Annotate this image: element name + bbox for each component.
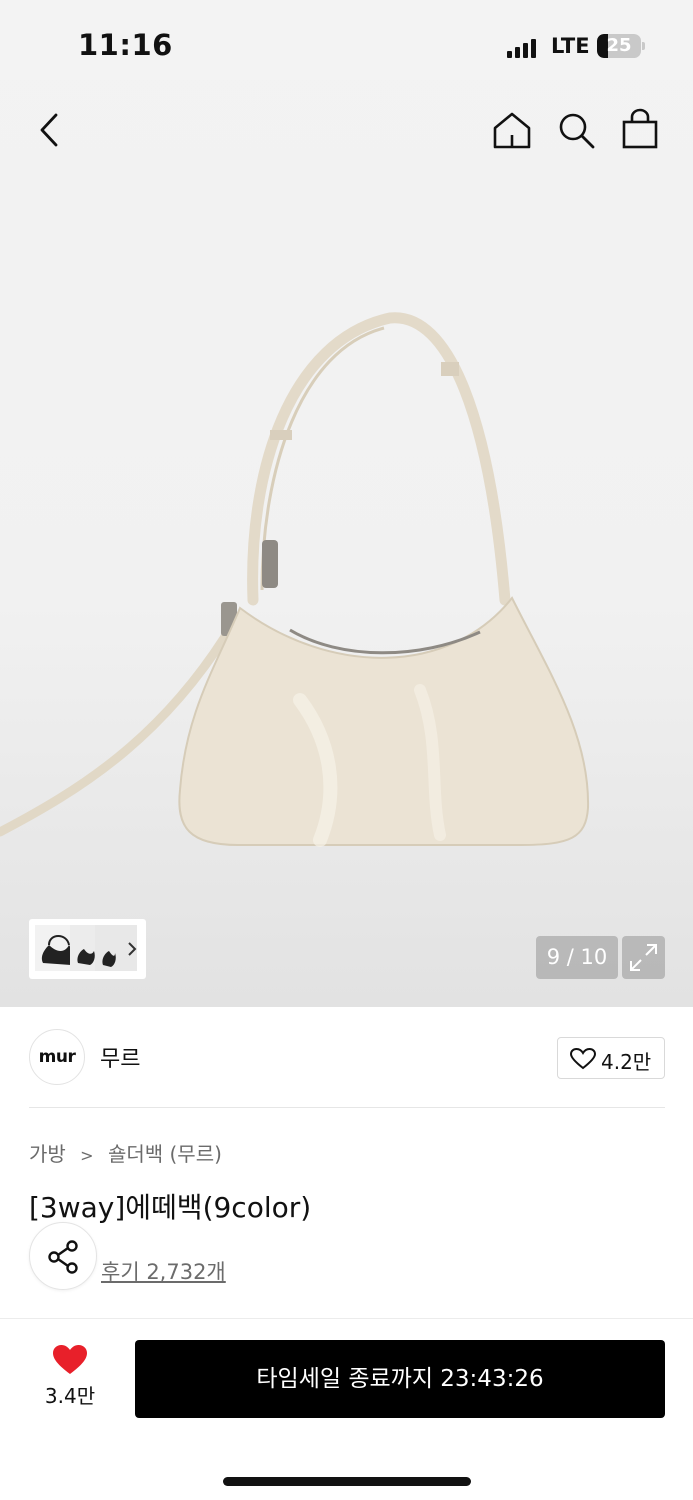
heart-outline-icon <box>570 1048 596 1070</box>
signal-icon <box>507 38 537 58</box>
breadcrumb: 가방 > 숄더백 (무르) <box>29 1138 222 1167</box>
home-button[interactable] <box>492 110 532 150</box>
brand-name[interactable]: 무르 <box>100 1041 140 1073</box>
brand-logo[interactable]: mur <box>29 1029 85 1085</box>
search-icon <box>559 113 595 149</box>
network-type: LTE <box>551 34 590 58</box>
back-button[interactable] <box>36 112 66 148</box>
time-sale-buy-button[interactable]: 타임세일 종료까지 23:43:26 <box>135 1340 665 1418</box>
cart-button[interactable] <box>621 108 659 150</box>
status-bar: 11:16 LTE 25 <box>0 0 693 90</box>
wishlist-count: 3.4만 <box>44 1384 96 1408</box>
share-icon <box>48 1240 78 1274</box>
breadcrumb-subcategory[interactable]: 숄더백 (무르) <box>108 1138 222 1167</box>
fullscreen-button[interactable] <box>622 936 665 979</box>
thumbnail-strip[interactable] <box>29 919 146 979</box>
breadcrumb-category[interactable]: 가방 <box>29 1138 66 1167</box>
shopping-bag-icon <box>622 108 658 149</box>
heart-filled-icon <box>53 1345 87 1374</box>
brand-like-count: 4.2만 <box>601 1050 652 1074</box>
divider <box>29 1107 665 1108</box>
product-title: [3way]에떼백(9color) <box>29 1191 312 1224</box>
review-link[interactable]: 후기 2,732개 <box>101 1256 226 1286</box>
wishlist-button[interactable]: 3.4만 <box>30 1340 110 1418</box>
expand-icon <box>630 944 657 971</box>
status-time: 11:16 <box>78 28 173 62</box>
image-counter: 9 / 10 <box>536 936 618 979</box>
brand-like-button[interactable]: 4.2만 <box>557 1037 665 1079</box>
product-photo <box>0 312 590 847</box>
home-indicator <box>223 1477 471 1486</box>
share-button[interactable] <box>29 1222 97 1290</box>
brand-row: mur 무르 4.2만 <box>0 1007 693 1107</box>
breadcrumb-separator: > <box>80 1146 94 1165</box>
chevron-right-icon[interactable] <box>126 941 138 957</box>
battery-level: 25 <box>606 35 632 56</box>
battery-icon: 25 <box>597 34 645 58</box>
home-icon <box>493 112 531 149</box>
back-arrow-icon <box>40 113 58 147</box>
bottom-bar-divider <box>0 1318 693 1319</box>
product-image-gallery[interactable]: 11:16 LTE 25 9 / 10 <box>0 0 693 1007</box>
search-button[interactable] <box>556 110 596 150</box>
